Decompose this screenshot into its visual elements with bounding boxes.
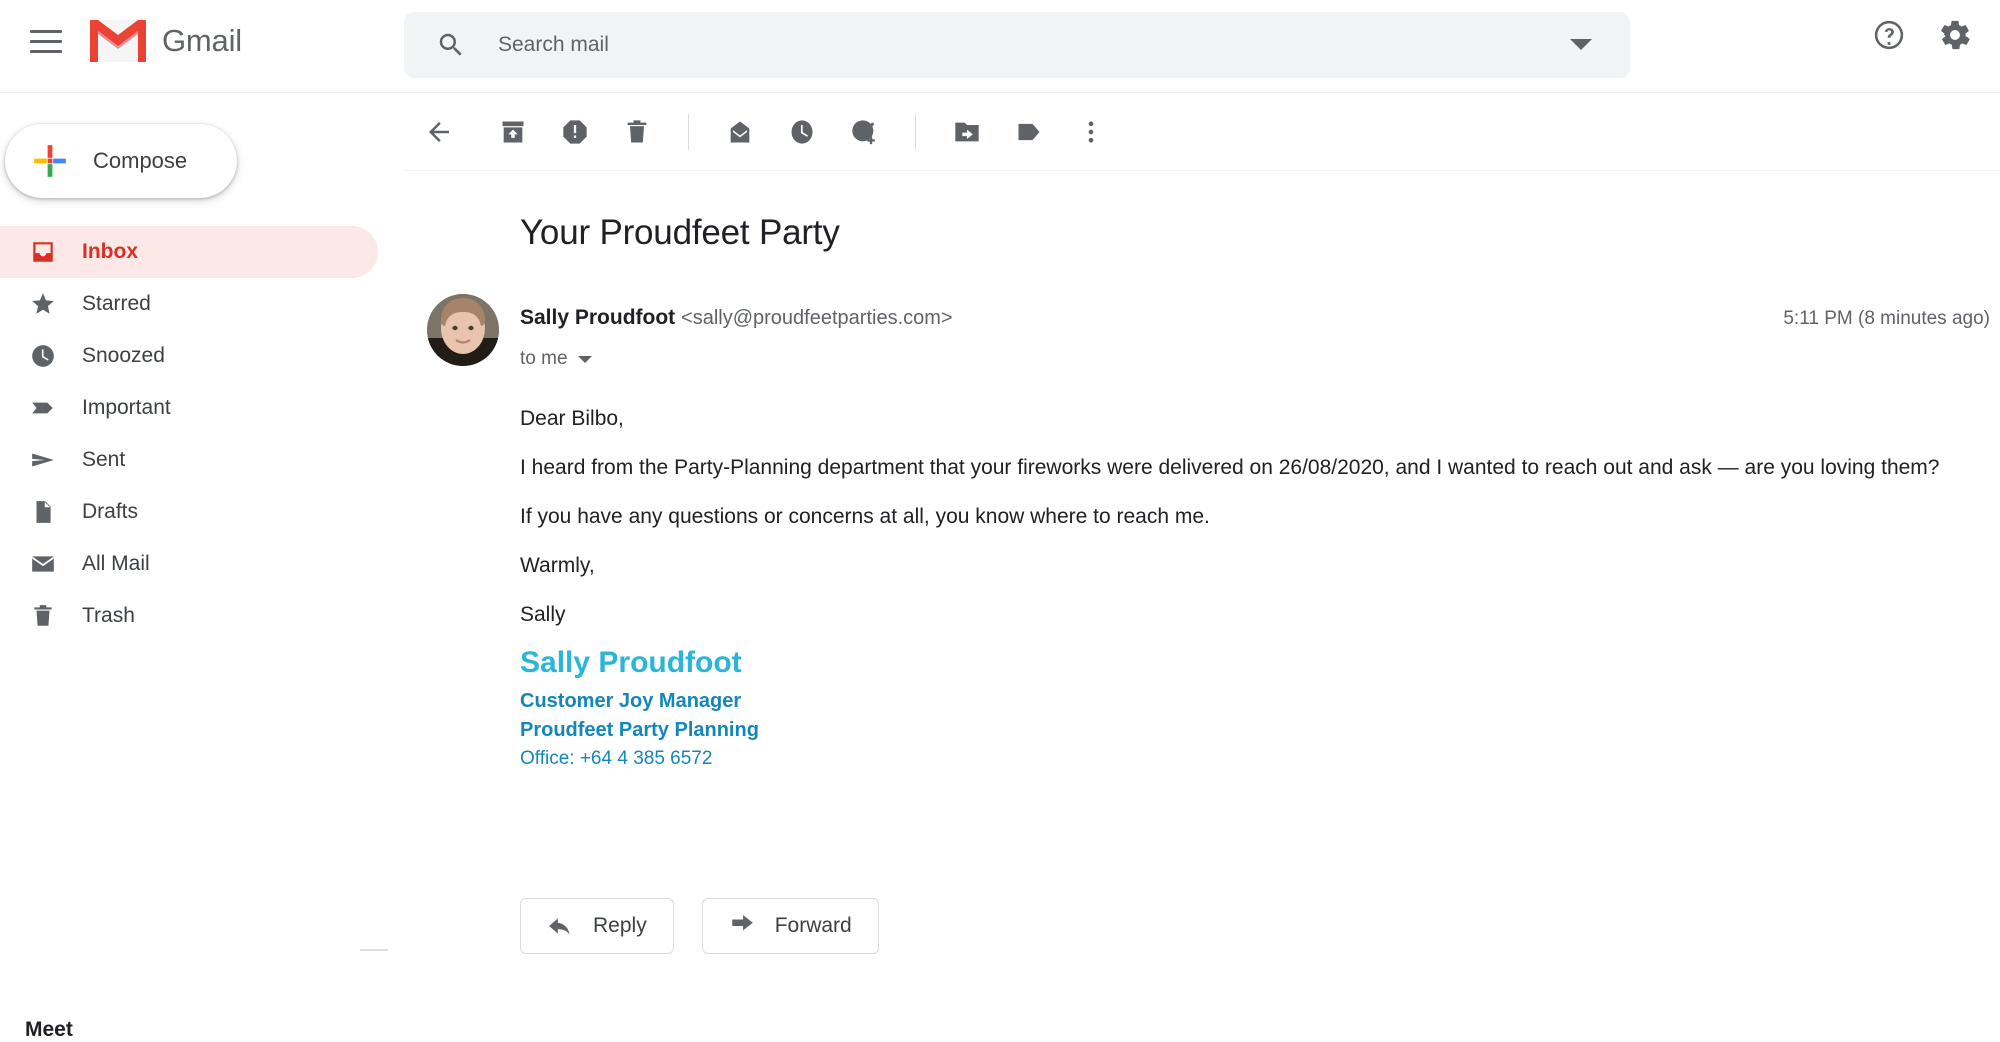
reply-label: Reply	[593, 914, 647, 937]
email-signature: Sally Proudfoot Customer Joy Manager Pro…	[520, 646, 759, 770]
recipient-line[interactable]: to me	[520, 348, 592, 370]
compose-button[interactable]: Compose	[5, 124, 237, 198]
sidebar-item-trash[interactable]: Trash	[0, 590, 378, 642]
top-right-actions	[1872, 18, 1972, 52]
toolbar-divider	[915, 113, 916, 150]
trash-icon	[30, 603, 56, 629]
sidebar-item-inbox[interactable]: Inbox	[0, 226, 378, 278]
important-icon	[30, 395, 56, 421]
sidebar-item-all-mail[interactable]: All Mail	[0, 538, 378, 590]
forward-button[interactable]: Forward	[701, 898, 879, 954]
body-paragraph: I heard from the Party-Planning departme…	[520, 456, 1940, 480]
signature-name: Sally Proudfoot	[520, 646, 742, 679]
sidebar-item-label: Snoozed	[82, 344, 165, 367]
avatar	[427, 294, 499, 366]
main-content: Your Proudfeet Party Sally Proudfoot <sa…	[404, 93, 2000, 976]
body-paragraph: If you have any questions or concerns at…	[520, 505, 1210, 529]
back-icon[interactable]	[422, 115, 456, 149]
sender-name: Sally Proudfoot	[520, 306, 676, 329]
body-paragraph: Dear Bilbo,	[520, 407, 624, 430]
reply-icon	[549, 918, 570, 935]
search-bar[interactable]	[404, 12, 1630, 78]
sidebar-item-label: Sent	[82, 448, 126, 471]
sidebar-item-important[interactable]: Important	[0, 382, 378, 434]
inbox-icon	[30, 239, 56, 265]
sidebar-item-label: Important	[82, 396, 171, 419]
delete-icon[interactable]	[620, 115, 654, 149]
reply-button[interactable]: Reply	[520, 898, 674, 954]
labels-icon[interactable]	[1012, 115, 1046, 149]
recipient-label: to me	[520, 348, 568, 369]
sidebar-item-label: Starred	[82, 292, 151, 315]
forward-icon	[731, 915, 753, 931]
star-icon	[30, 291, 56, 317]
mail-icon	[30, 551, 56, 577]
body-paragraph: Warmly,	[520, 554, 595, 578]
sidebar-item-label: Inbox	[82, 240, 138, 263]
sidebar-item-drafts[interactable]: Drafts	[0, 486, 378, 538]
top-bar: Gmail	[0, 0, 2000, 93]
support-icon[interactable]	[1872, 18, 1906, 52]
email-timestamp: 5:11 PM (8 minutes ago)	[1783, 308, 1990, 329]
email-body: Dear Bilbo, I heard from the Party-Plann…	[520, 407, 1940, 653]
search-input[interactable]	[496, 32, 1400, 58]
hamburger-icon[interactable]	[30, 30, 62, 62]
sidebar-item-sent[interactable]: Sent	[0, 434, 378, 486]
clock-icon	[30, 343, 56, 369]
sidebar: Compose Inbox Starred Snoozed Important …	[0, 93, 404, 1041]
settings-icon[interactable]	[1938, 18, 1972, 52]
plus-icon	[34, 145, 66, 177]
sidebar-item-snoozed[interactable]: Snoozed	[0, 330, 378, 382]
email-subject: Your Proudfeet Party	[520, 213, 840, 252]
gmail-logo-icon	[90, 20, 146, 62]
signature-office: Office: +64 4 385 6572	[520, 748, 713, 769]
chevron-down-icon[interactable]	[1570, 39, 1592, 50]
signature-company: Proudfeet Party Planning	[520, 719, 759, 741]
sender-line: Sally Proudfoot <sally@proudfeetparties.…	[520, 306, 953, 330]
archive-icon[interactable]	[496, 115, 530, 149]
email-actions: Reply Forward	[520, 898, 879, 954]
meet-divider	[360, 949, 388, 951]
move-to-icon[interactable]	[950, 115, 984, 149]
compose-label: Compose	[93, 148, 188, 173]
email-toolbar	[404, 93, 2000, 171]
send-icon	[30, 447, 56, 473]
sender-email: <sally@proudfeetparties.com>	[681, 307, 953, 329]
app-name: Gmail	[162, 23, 242, 58]
sidebar-nav: Inbox Starred Snoozed Important Sent Dra…	[0, 226, 404, 642]
toolbar-divider	[688, 113, 689, 150]
draft-icon	[30, 499, 56, 525]
report-spam-icon[interactable]	[558, 115, 592, 149]
search-icon	[439, 33, 462, 56]
more-options-icon[interactable]	[1074, 115, 1108, 149]
forward-label: Forward	[774, 914, 852, 937]
body-paragraph: Sally	[520, 603, 566, 627]
add-to-tasks-icon[interactable]	[847, 115, 881, 149]
mark-unread-icon[interactable]	[723, 115, 757, 149]
snooze-icon[interactable]	[785, 115, 819, 149]
sidebar-item-starred[interactable]: Starred	[0, 278, 378, 330]
chevron-down-icon[interactable]	[577, 355, 592, 363]
sidebar-item-label: Drafts	[82, 500, 139, 523]
brand[interactable]: Gmail	[88, 18, 242, 64]
meet-section-label: Meet	[25, 1018, 73, 1041]
sidebar-item-label: Trash	[82, 604, 135, 627]
sidebar-item-label: All Mail	[82, 552, 150, 575]
signature-role: Customer Joy Manager	[520, 690, 742, 712]
